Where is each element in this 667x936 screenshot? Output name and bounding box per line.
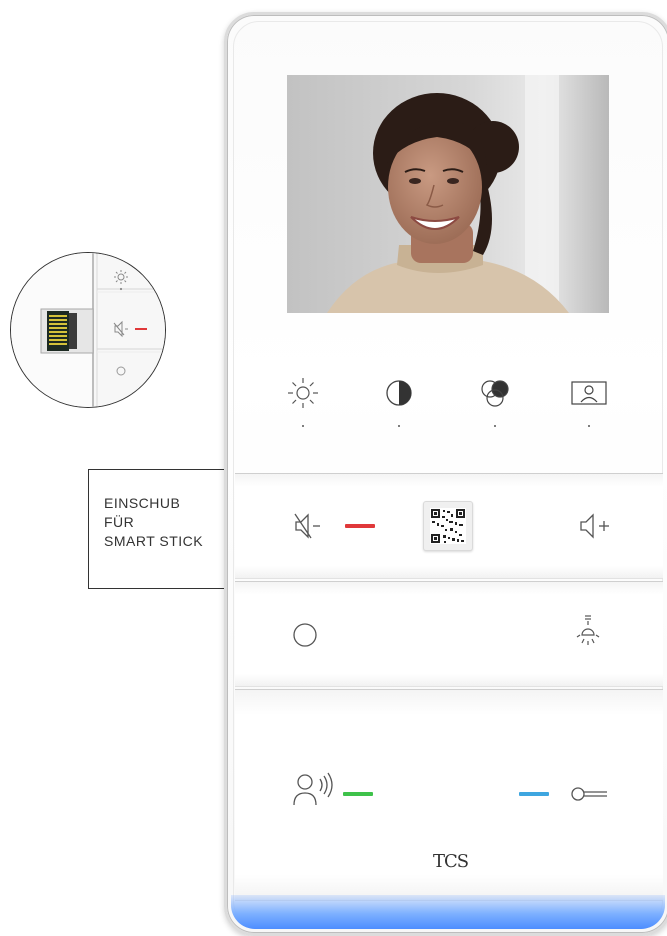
mute-icon[interactable]: [293, 511, 323, 541]
video-display: [287, 75, 609, 313]
display-settings-row: [227, 375, 667, 435]
circle-function-icon[interactable]: [291, 621, 319, 649]
talk-status-led: [343, 792, 373, 796]
callout-line-1: EINSCHUB: [104, 495, 181, 511]
contrast-button[interactable]: [379, 375, 419, 435]
smart-stick-callout-label: EINSCHUB FÜR SMART STICK: [104, 494, 203, 551]
volume-up-icon[interactable]: [577, 511, 617, 541]
color-saturation-button[interactable]: [475, 375, 515, 435]
callout-line-2: FÜR: [104, 514, 135, 530]
brightness-indicator-dot: [302, 425, 304, 427]
qr-code: [423, 501, 473, 551]
qr-code-pattern: [430, 508, 466, 544]
camera-image-button[interactable]: [569, 375, 609, 435]
callout-line-3: SMART STICK: [104, 533, 204, 549]
door-status-led: [519, 792, 549, 796]
camera-image-icon: [571, 381, 607, 405]
light-icon[interactable]: [573, 613, 603, 653]
contrast-indicator-dot: [398, 425, 400, 427]
brightness-icon: [288, 378, 318, 408]
door-key-icon[interactable]: [569, 783, 611, 805]
smart-stick-zoom-detail: [10, 252, 166, 408]
color-saturation-icon: [481, 380, 509, 407]
video-intercom-device: TCS: [224, 12, 667, 936]
zoom-detail-graphic: [11, 253, 165, 407]
visitor-video-image: [287, 75, 609, 313]
talk-icon[interactable]: [291, 771, 337, 811]
brightness-button[interactable]: [283, 375, 323, 435]
camera-indicator-dot: [588, 425, 590, 427]
mute-status-led: [345, 524, 375, 528]
contrast-icon: [386, 380, 412, 406]
color-indicator-dot: [494, 425, 496, 427]
tcs-logo: TCS: [433, 851, 469, 872]
status-light-bar: [231, 895, 665, 929]
